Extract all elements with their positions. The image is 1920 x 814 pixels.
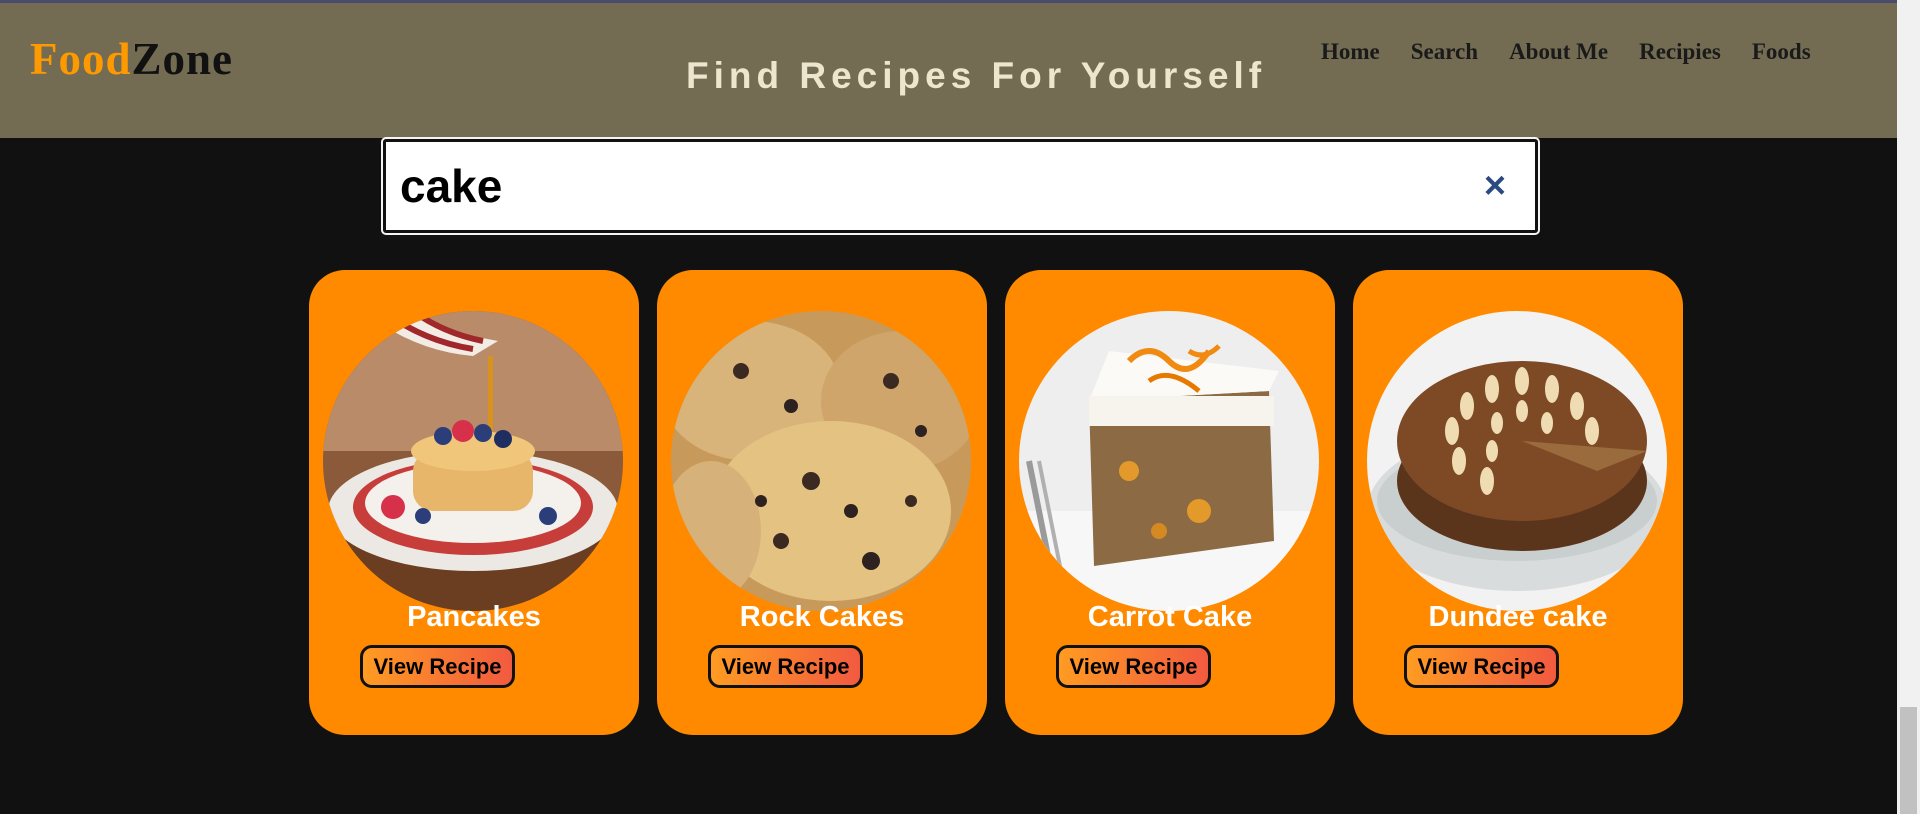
nav-about-me[interactable]: About Me <box>1509 39 1608 65</box>
recipe-card: Pancakes View Recipe <box>309 270 639 735</box>
rock-cakes-image[interactable] <box>671 311 971 611</box>
clear-search-icon[interactable]: × <box>1477 166 1513 206</box>
view-recipe-button[interactable]: View Recipe <box>1404 645 1559 688</box>
logo-part-food: Food <box>30 34 132 84</box>
page-tagline: Find Recipes For Yourself <box>686 55 1267 96</box>
page-scrollbar[interactable] <box>1897 0 1920 814</box>
recipe-card: Carrot Cake View Recipe <box>1005 270 1335 735</box>
pancakes-image[interactable] <box>323 311 623 611</box>
view-recipe-button[interactable]: View Recipe <box>708 645 863 688</box>
site-logo[interactable]: FoodZone <box>30 33 233 85</box>
recipe-title: Carrot Cake <box>1087 601 1253 633</box>
carrot-cake-image[interactable] <box>1019 311 1319 611</box>
view-recipe-button[interactable]: View Recipe <box>360 645 515 688</box>
recipe-card: Dundee cake View Recipe <box>1353 270 1683 735</box>
scrollbar-thumb[interactable] <box>1900 707 1917 814</box>
search-bar: × <box>381 137 1540 235</box>
recipe-title: Pancakes <box>407 601 541 633</box>
dundee-cake-image[interactable] <box>1367 311 1667 611</box>
view-recipe-button[interactable]: View Recipe <box>1056 645 1211 688</box>
recipe-title: Rock Cakes <box>739 601 905 633</box>
nav-recipies[interactable]: Recipies <box>1639 39 1721 65</box>
logo-part-zone: Zone <box>131 34 234 84</box>
nav-foods[interactable]: Foods <box>1752 39 1811 65</box>
main-nav: Home Search About Me Recipies Foods <box>1321 39 1842 65</box>
recipe-card: Rock Cakes View Recipe <box>657 270 987 735</box>
recipe-results: Pancakes View Recipe Rock Cakes View Rec… <box>309 270 1701 735</box>
nav-home[interactable]: Home <box>1321 39 1380 65</box>
site-header: FoodZone Find Recipes For Yourself Home … <box>0 3 1897 138</box>
nav-search[interactable]: Search <box>1411 39 1478 65</box>
recipe-title: Dundee cake <box>1428 601 1608 633</box>
search-input[interactable] <box>400 154 1440 218</box>
